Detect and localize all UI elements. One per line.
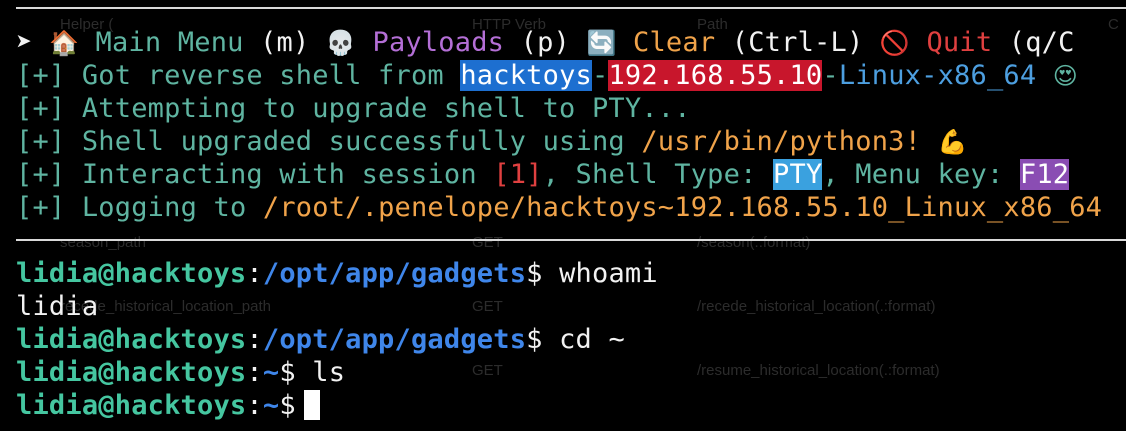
log-prefix: [+] (16, 126, 66, 157)
prompt-symbol: $ (279, 357, 296, 388)
bottom-divider (16, 239, 1126, 241)
log-prefix: [+] (16, 159, 66, 190)
log-line-upgraded: [+] Shell upgraded successfully using /u… (16, 125, 968, 158)
log-text: Attempting to upgrade shell to PTY... (81, 93, 691, 124)
output-line: lidia (16, 290, 98, 323)
payloads-menu-item[interactable]: Payloads (372, 27, 504, 58)
ip-badge: 192.168.55.10 (608, 60, 823, 91)
clear-key: (Ctrl-L) (731, 27, 864, 58)
log-line-reverse-shell: [+] Got reverse shell from hacktoys-192.… (16, 59, 1078, 92)
bg-row-path: /season(.:format) (697, 234, 811, 251)
command-text: ls (312, 357, 346, 388)
main-menu-key: (m) (260, 27, 310, 58)
refresh-icon: 🔄 (586, 29, 617, 57)
log-prefix: [+] (16, 60, 66, 91)
bg-row-path: /recede_historical_location(.:format) (697, 298, 936, 315)
prompt-user: lidia@hacktoys (16, 390, 247, 421)
menu-bar: ➤ 🏠 Main Menu (m) 💀 Payloads (p) 🔄 Clear… (16, 26, 1075, 59)
main-menu-item[interactable]: Main Menu (96, 27, 244, 58)
bg-header-extra: C (1108, 16, 1119, 33)
prompt-colon: : (246, 390, 263, 421)
top-divider (16, 7, 1126, 9)
prohibited-icon: 🚫 (879, 29, 910, 57)
log-prefix: [+] (16, 93, 66, 124)
python-path: /usr/bin/python3! (641, 126, 922, 157)
skull-icon: 💀 (325, 29, 357, 57)
prompt-path: /opt/app/gadgets (262, 324, 527, 355)
shell-type-label: , Shell Type: (542, 159, 757, 190)
shell-type-badge: PTY (773, 159, 823, 190)
log-line-upgrade: [+] Attempting to upgrade shell to PTY..… (16, 92, 691, 125)
prompt-path: ~ (262, 390, 280, 421)
bg-row-verb: GET (472, 298, 503, 315)
prompt-colon: : (246, 357, 263, 388)
dash: - (592, 60, 609, 91)
log-prefix: [+] (16, 192, 66, 223)
prompt-path: /opt/app/gadgets (262, 258, 527, 289)
log-text: Shell upgraded successfully using (81, 126, 625, 157)
command-text: whoami (559, 258, 658, 289)
log-text: Logging to (81, 192, 247, 223)
log-text: Got reverse shell from (81, 60, 444, 91)
os-label: Linux-x86_64 (838, 60, 1037, 91)
flexed-biceps-icon: 💪 (937, 128, 968, 156)
payloads-key: (p) (520, 27, 570, 58)
prompt-path: ~ (262, 357, 280, 388)
prompt-symbol: $ (526, 324, 543, 355)
prompt-symbol: $ (279, 390, 296, 421)
menu-key-label: , Menu key: (822, 159, 1004, 190)
prompt-line: lidia@hacktoys:~$ ls (16, 356, 345, 389)
clear-menu-item[interactable]: Clear (633, 27, 715, 58)
command-text: cd ~ (559, 324, 625, 355)
command-output: lidia (16, 291, 99, 322)
log-line-logging: [+] Logging to /root/.penelope/hacktoys~… (16, 191, 1102, 224)
bg-row-path: /resume_historical_location(.:format) (697, 362, 940, 379)
prompt-user: lidia@hacktoys (16, 258, 247, 289)
prompt-colon: : (246, 324, 263, 355)
prompt-user: lidia@hacktoys (16, 324, 247, 355)
log-text: Interacting with session (81, 159, 477, 190)
home-icon: 🏠 (48, 29, 80, 57)
prompt-line: lidia@hacktoys:/opt/app/gadgets$ cd ~ (16, 323, 625, 356)
log-file-path: /root/.penelope/hacktoys~192.168.55.10_L… (262, 192, 1103, 223)
active-prompt-line[interactable]: lidia@hacktoys:~$ (16, 389, 320, 422)
heart-eyes-icon: 😍 (1052, 62, 1079, 90)
prompt-symbol: $ (526, 258, 543, 289)
quit-key: (q/C (1008, 27, 1075, 58)
dash: - (822, 60, 839, 91)
prompt-line: lidia@hacktoys:/opt/app/gadgets$ whoami (16, 257, 658, 290)
text-cursor[interactable] (303, 390, 320, 420)
prompt-colon: : (246, 258, 263, 289)
bg-row-verb: GET (472, 234, 503, 251)
bg-row-helper: season_path (60, 234, 146, 251)
arrow-icon: ➤ (16, 27, 33, 58)
log-line-session: [+] Interacting with session [1], Shell … (16, 158, 1070, 191)
session-id: [1] (493, 159, 543, 190)
bg-row-verb: GET (472, 362, 503, 379)
host-badge: hacktoys (460, 60, 592, 91)
quit-menu-item[interactable]: Quit (926, 27, 992, 58)
prompt-user: lidia@hacktoys (16, 357, 247, 388)
menu-key-badge: F12 (1019, 159, 1070, 190)
